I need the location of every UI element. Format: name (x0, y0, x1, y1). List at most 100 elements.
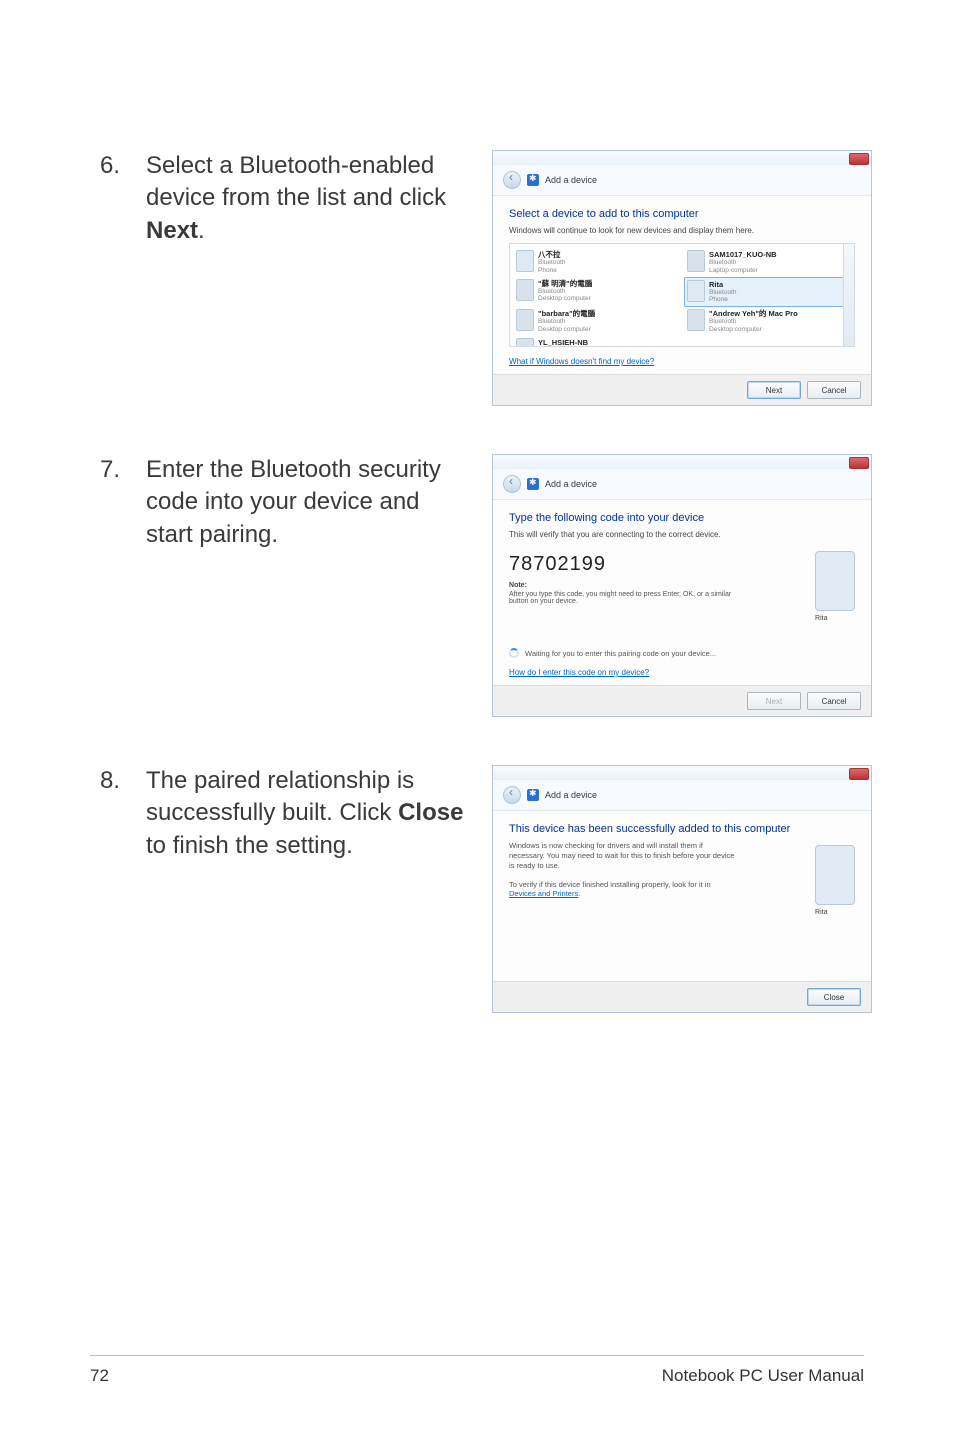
dialog-footer: Next Cancel (493, 685, 871, 716)
step-text: Enter the Bluetooth security code into y… (146, 454, 466, 717)
device-name: Rita (815, 909, 855, 916)
page-number: 72 (90, 1366, 109, 1386)
waiting-text: Waiting for you to enter this pairing co… (525, 649, 716, 658)
device-type: Bluetooth (709, 318, 798, 326)
step-text-pre: Select a Bluetooth-enabled device from t… (146, 152, 446, 211)
device-item[interactable]: "Andrew Yeh"的 Mac Pro Bluetooth Desktop … (685, 307, 850, 336)
step-text-bold: Close (398, 799, 463, 826)
success-body2-post: . (578, 889, 580, 898)
step-text: Select a Bluetooth-enabled device from t… (146, 150, 466, 406)
device-cat: Desktop computer (538, 326, 595, 334)
device-list[interactable]: 八不拉 Bluetooth Phone SAM1017_KUO-NB Bluet… (509, 243, 855, 347)
cancel-button[interactable]: Cancel (807, 692, 861, 710)
device-item[interactable]: "barbara"的電腦 Bluetooth Desktop computer (514, 307, 679, 336)
device-type: Bluetooth (538, 318, 595, 326)
close-icon[interactable] (849, 768, 869, 780)
dialog-heading: This device has been successfully added … (509, 823, 855, 835)
desktop-icon (516, 279, 534, 301)
desktop-icon (516, 309, 534, 331)
next-button[interactable]: Next (747, 381, 801, 399)
device-type: Bluetooth (538, 288, 592, 296)
cancel-button[interactable]: Cancel (807, 381, 861, 399)
note-text: After you type this code, you might need… (509, 591, 739, 605)
dialog-body: Type the following code into your device… (493, 500, 871, 685)
success-body1: Windows is now checking for drivers and … (509, 841, 739, 870)
dialog-footer: Close (493, 981, 871, 1012)
step-text-pre: The paired relationship is successfully … (146, 767, 414, 826)
dialog-sub: Windows will continue to look for new de… (509, 226, 855, 235)
next-button: Next (747, 692, 801, 710)
device-item[interactable]: SAM1017_KUO-NB Bluetooth Laptop computer (685, 248, 850, 277)
help-link[interactable]: How do I enter this code on my device? (509, 668, 649, 677)
pairing-code: 78702199 (509, 553, 799, 576)
device-cat: Laptop computer (709, 267, 777, 275)
help-link[interactable]: What if Windows doesn't find my device? (509, 357, 654, 366)
device-name: YL_HSIEH-NB (538, 338, 588, 347)
step-text-post: . (198, 217, 205, 244)
screenshot-wrap: Add a device Type the following code int… (492, 454, 872, 717)
dialog-heading: Select a device to add to this computer (509, 208, 855, 220)
success-body2-pre: To verify if this device finished instal… (509, 880, 711, 889)
step-6: 6. Select a Bluetooth-enabled device fro… (100, 150, 864, 406)
note-label: Note: (509, 582, 799, 589)
bluetooth-icon (527, 789, 539, 801)
device-name: Rita (709, 280, 736, 289)
step-8: 8. The paired relationship is successful… (100, 765, 864, 1013)
dialog-heading: Type the following code into your device (509, 512, 855, 524)
titlebar: Add a device (493, 165, 871, 196)
desktop-icon (687, 309, 705, 331)
phone-icon (516, 250, 534, 272)
dialog-body: Select a device to add to this computer … (493, 196, 871, 374)
back-button[interactable] (503, 475, 521, 493)
laptop-icon (516, 338, 534, 347)
dialog-add-device-select: Add a device Select a device to add to t… (492, 150, 872, 406)
dialog-body: This device has been successfully added … (493, 811, 871, 981)
step-num: 7. (100, 454, 120, 717)
dialog-add-device-success: Add a device This device has been succes… (492, 765, 872, 1013)
device-cat: Phone (709, 296, 736, 304)
device-name: "Andrew Yeh"的 Mac Pro (709, 309, 798, 318)
window-controls (493, 151, 871, 165)
dialog-add-device-code: Add a device Type the following code int… (492, 454, 872, 717)
device-item-selected[interactable]: Rita Bluetooth Phone (684, 277, 850, 308)
device-item[interactable]: 八不拉 Bluetooth Phone (514, 248, 679, 277)
device-item[interactable]: "蘇 明清"的電腦 Bluetooth Desktop computer (514, 277, 678, 308)
success-body2: To verify if this device finished instal… (509, 880, 739, 898)
window-controls (493, 455, 871, 469)
step-text-post: to finish the setting. (146, 832, 353, 859)
dialog-title: Add a device (545, 175, 597, 185)
screenshot-wrap: Add a device This device has been succes… (492, 765, 872, 1013)
titlebar: Add a device (493, 469, 871, 500)
dialog-title: Add a device (545, 479, 597, 489)
device-name: SAM1017_KUO-NB (709, 250, 777, 259)
devices-printers-link[interactable]: Devices and Printers (509, 889, 578, 898)
dialog-footer: Next Cancel (493, 374, 871, 405)
device-type: Bluetooth (709, 259, 777, 267)
device-type: Bluetooth (538, 259, 565, 267)
device-preview: Rita (815, 841, 855, 916)
titlebar: Add a device (493, 780, 871, 811)
page-footer: 72 Notebook PC User Manual (90, 1355, 864, 1386)
close-button[interactable]: Close (807, 988, 861, 1006)
close-icon[interactable] (849, 457, 869, 469)
device-type: Bluetooth (709, 289, 736, 297)
step-7: 7. Enter the Bluetooth security code int… (100, 454, 864, 717)
screenshot-wrap: Add a device Select a device to add to t… (492, 150, 872, 406)
back-button[interactable] (503, 171, 521, 189)
device-cat: Phone (538, 267, 565, 275)
dialog-sub: This will verify that you are connecting… (509, 530, 855, 539)
device-item[interactable]: YL_HSIEH-NB Bluetooth (514, 336, 679, 347)
laptop-icon (687, 250, 705, 272)
device-preview: Rita (815, 547, 855, 622)
bluetooth-icon (527, 478, 539, 490)
device-name: 八不拉 (538, 250, 565, 259)
manual-title: Notebook PC User Manual (662, 1366, 864, 1386)
device-name: "barbara"的電腦 (538, 309, 595, 318)
spinner-icon (509, 648, 519, 658)
step-text: The paired relationship is successfully … (146, 765, 466, 1013)
phone-icon (815, 845, 855, 905)
waiting-status: Waiting for you to enter this pairing co… (509, 648, 855, 658)
dialog-title: Add a device (545, 790, 597, 800)
close-icon[interactable] (849, 153, 869, 165)
back-button[interactable] (503, 786, 521, 804)
